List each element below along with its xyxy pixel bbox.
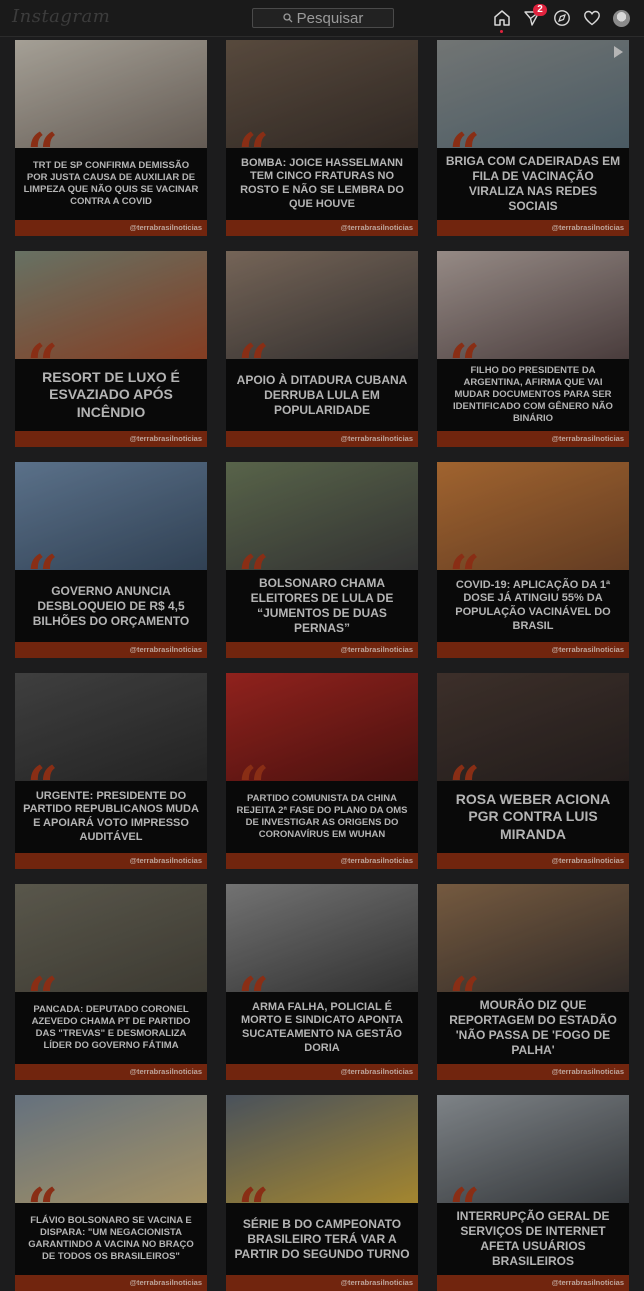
dim-overlay — [437, 462, 629, 658]
post-tile[interactable]: Rosa Weber aciona PGR contra Luis Mirand… — [437, 673, 629, 869]
profile-avatar[interactable] — [613, 9, 630, 27]
post-tile[interactable]: Briga com cadeiradas em fila de vacinaçã… — [437, 40, 629, 236]
dim-overlay — [15, 40, 207, 236]
dim-overlay — [437, 673, 629, 869]
notification-badge: 2 — [533, 4, 547, 16]
post-tile[interactable]: Pancada: Deputado Coronel Azevedo chama … — [15, 884, 207, 1080]
dim-overlay — [15, 673, 207, 869]
direct-messages-icon[interactable]: 2 — [523, 4, 547, 27]
post-tile[interactable]: Urgente: Presidente do Partido Republica… — [15, 673, 207, 869]
post-tile[interactable]: Interrupção geral de serviços de interne… — [437, 1095, 629, 1291]
post-tile[interactable]: Arma falha, policial é morto e sindicato… — [226, 884, 418, 1080]
post-tile[interactable]: Mourão diz que reportagem do Estadão 'nã… — [437, 884, 629, 1080]
dim-overlay — [226, 884, 418, 1080]
search-icon — [282, 13, 293, 23]
post-tile[interactable]: Apoio à ditadura cubana derruba Lula em … — [226, 251, 418, 447]
post-tile[interactable]: TRT de SP confirma demissão por justa ca… — [15, 40, 207, 236]
dim-overlay — [15, 1095, 207, 1291]
post-tile[interactable]: Série B do Campeonato Brasileiro terá VA… — [226, 1095, 418, 1291]
dim-overlay — [226, 251, 418, 447]
instagram-logo[interactable]: Instagram — [12, 6, 110, 27]
nav-icons: 2 — [493, 4, 630, 33]
heart-icon[interactable] — [583, 9, 601, 27]
dim-overlay — [226, 40, 418, 236]
dim-overlay — [226, 673, 418, 869]
explore-compass-icon[interactable] — [553, 9, 571, 27]
search-input[interactable]: Pesquisar — [252, 8, 394, 28]
active-indicator — [500, 30, 503, 33]
post-tile[interactable]: Resort de luxo é esvaziado após incêndio… — [15, 251, 207, 447]
dim-overlay — [437, 40, 629, 236]
explore-grid: TRT de SP confirma demissão por justa ca… — [0, 0, 644, 1291]
dim-overlay — [15, 251, 207, 447]
dim-overlay — [437, 1095, 629, 1291]
post-tile[interactable]: Covid-19: aplicação da 1ª dose já atingi… — [437, 462, 629, 658]
dim-overlay — [437, 884, 629, 1080]
dim-overlay — [15, 884, 207, 1080]
dim-overlay — [15, 462, 207, 658]
dim-overlay — [226, 462, 418, 658]
search-placeholder: Pesquisar — [296, 9, 364, 27]
dim-overlay — [437, 251, 629, 447]
post-tile[interactable]: Flávio Bolsonaro se vacina e dispara: "U… — [15, 1095, 207, 1291]
home-icon[interactable] — [493, 9, 511, 33]
post-tile[interactable]: Bomba: Joice Hasselmann tem cinco fratur… — [226, 40, 418, 236]
post-tile[interactable]: Governo anuncia desbloqueio de R$ 4,5 bi… — [15, 462, 207, 658]
post-tile[interactable]: Filho do presidente da Argentina, afirma… — [437, 251, 629, 447]
top-navigation-bar: Instagram Pesquisar 2 — [0, 0, 644, 37]
dim-overlay — [226, 1095, 418, 1291]
post-tile[interactable]: Bolsonaro chama eleitores de Lula de “ju… — [226, 462, 418, 658]
post-tile[interactable]: Partido Comunista da China rejeita 2ª fa… — [226, 673, 418, 869]
